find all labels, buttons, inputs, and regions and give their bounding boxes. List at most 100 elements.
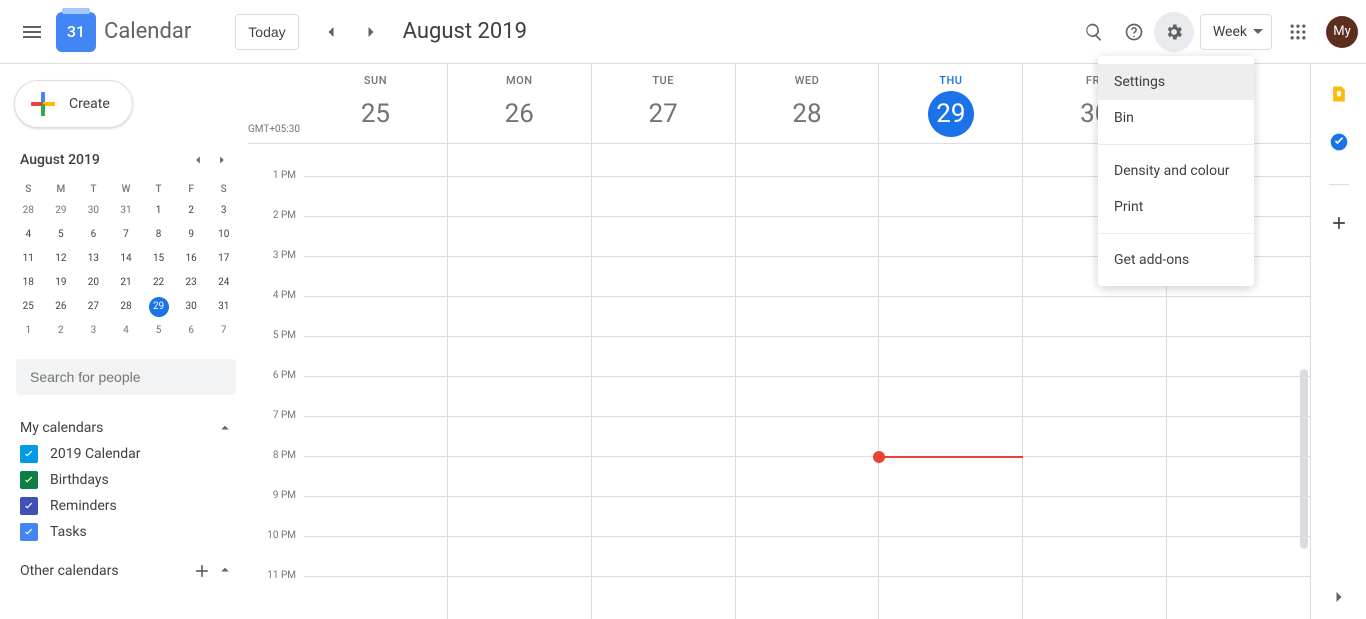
mini-day[interactable]: 21 [110,271,143,295]
mini-day[interactable]: 24 [207,271,240,295]
search-people-input[interactable] [28,368,224,386]
show-side-panel-button[interactable] [1329,587,1349,619]
calendar-label: Tasks [50,524,87,540]
mini-day[interactable]: 16 [175,247,208,271]
day-column-header[interactable]: MON26 [447,64,591,143]
mini-day[interactable]: 30 [77,199,110,223]
mini-dow: T [77,180,110,199]
menu-bin[interactable]: Bin [1098,100,1254,136]
mini-day[interactable]: 1 [12,319,45,343]
menu-print[interactable]: Print [1098,189,1254,225]
now-indicator-line [879,456,1023,458]
menu-addons[interactable]: Get add-ons [1098,242,1254,278]
mini-day[interactable]: 17 [207,247,240,271]
mini-day[interactable]: 20 [77,271,110,295]
chevron-down-icon [1253,27,1263,37]
mini-day[interactable]: 26 [45,295,78,319]
next-period-button[interactable] [351,12,391,52]
other-calendars-header[interactable]: Other calendars [12,557,240,585]
mini-day[interactable]: 2 [175,199,208,223]
mini-day[interactable]: 9 [175,223,208,247]
calendar-item[interactable]: 2019 Calendar [12,441,240,467]
mini-day[interactable]: 18 [12,271,45,295]
mini-day[interactable]: 1 [142,199,175,223]
settings-button[interactable] [1154,12,1194,52]
view-select[interactable]: Week [1200,14,1272,50]
checkbox-icon[interactable] [20,445,38,463]
mini-day[interactable]: 23 [175,271,208,295]
calendar-item[interactable]: Birthdays [12,467,240,493]
mini-day[interactable]: 31 [110,199,143,223]
day-of-week: TUE [592,74,735,87]
search-people[interactable] [16,359,236,395]
calendar-label: Reminders [50,498,117,514]
mini-day[interactable]: 3 [207,199,240,223]
mini-day[interactable]: 13 [77,247,110,271]
create-button[interactable]: Create [14,80,133,128]
menu-density[interactable]: Density and colour [1098,153,1254,189]
search-button[interactable] [1074,12,1114,52]
mini-month-title: August 2019 [20,152,100,168]
now-indicator-dot [873,451,885,463]
calendar-item[interactable]: Tasks [12,519,240,545]
checkbox-icon[interactable] [20,523,38,541]
mini-day[interactable]: 6 [175,319,208,343]
calendar-logo-icon: 31 [56,12,96,52]
add-sidepanel-icon[interactable] [1329,213,1349,237]
hour-label: 8 PM [248,450,304,490]
day-column-header[interactable]: THU29 [878,64,1022,143]
mini-day[interactable]: 2 [45,319,78,343]
scrollbar[interactable] [1298,149,1310,619]
account-avatar[interactable]: My [1326,16,1358,48]
mini-day[interactable]: 28 [12,199,45,223]
day-column-header[interactable]: SUN25 [304,64,447,143]
apps-button[interactable] [1278,12,1318,52]
mini-day[interactable]: 30 [175,295,208,319]
mini-day[interactable]: 4 [110,319,143,343]
mini-day[interactable]: 12 [45,247,78,271]
today-button[interactable]: Today [235,14,298,50]
tasks-icon[interactable] [1329,132,1349,156]
prev-period-button[interactable] [311,12,351,52]
mini-day[interactable]: 4 [12,223,45,247]
avatar-text: My [1333,24,1351,39]
keep-icon[interactable] [1329,84,1349,108]
mini-day[interactable]: 25 [12,295,45,319]
settings-menu: Settings Bin Density and colour Print Ge… [1098,56,1254,286]
mini-day[interactable]: 27 [77,295,110,319]
mini-day[interactable]: 6 [77,223,110,247]
mini-day[interactable]: 15 [142,247,175,271]
calendar-label: 2019 Calendar [50,446,141,462]
mini-day[interactable]: 8 [142,223,175,247]
mini-day[interactable]: 10 [207,223,240,247]
mini-day[interactable]: 29 [142,295,175,319]
support-button[interactable] [1114,12,1154,52]
mini-day[interactable]: 29 [45,199,78,223]
day-column-header[interactable]: TUE27 [591,64,735,143]
mini-day[interactable]: 5 [142,319,175,343]
main-menu-button[interactable] [12,12,52,52]
hour-label: 2 PM [248,210,304,250]
checkbox-icon[interactable] [20,497,38,515]
mini-day[interactable]: 5 [45,223,78,247]
menu-settings[interactable]: Settings [1098,64,1254,100]
mini-day[interactable]: 3 [77,319,110,343]
mini-day[interactable]: 22 [142,271,175,295]
mini-prev-month[interactable] [186,148,210,172]
mini-day[interactable]: 11 [12,247,45,271]
mini-day[interactable]: 7 [207,319,240,343]
day-column-header[interactable]: WED28 [735,64,879,143]
my-calendars-header[interactable]: My calendars [12,415,240,441]
mini-dow: M [45,180,78,199]
checkbox-icon[interactable] [20,471,38,489]
mini-next-month[interactable] [210,148,234,172]
mini-day[interactable]: 14 [110,247,143,271]
mini-day[interactable]: 28 [110,295,143,319]
mini-day[interactable]: 19 [45,271,78,295]
add-calendar-icon[interactable] [192,561,212,581]
mini-dow: F [175,180,208,199]
mini-day[interactable]: 31 [207,295,240,319]
mini-day[interactable]: 7 [110,223,143,247]
mini-dow: S [12,180,45,199]
calendar-item[interactable]: Reminders [12,493,240,519]
